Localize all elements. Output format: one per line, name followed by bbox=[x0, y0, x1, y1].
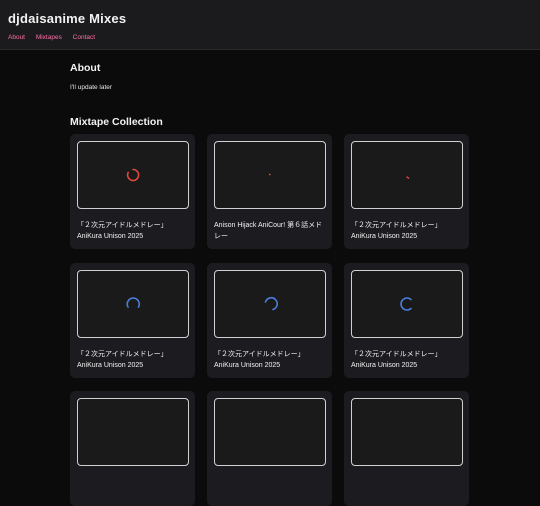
mixtape-card[interactable]: 「２次元アイドルメドレー」 AniKura Unison 2025 bbox=[344, 263, 469, 378]
nav-link-mixtapes[interactable]: Mixtapes bbox=[36, 34, 62, 41]
mixtape-card[interactable]: 「２次元アイドルメドレー」 AniKura Unison 2025 bbox=[70, 263, 195, 378]
site-header: djdaisanime Mixes About Mixtapes Contact bbox=[0, 0, 540, 50]
mixtape-subtitle: AniKura Unison 2025 bbox=[351, 362, 418, 369]
loading-spinner-icon bbox=[126, 297, 140, 308]
main-nav: About Mixtapes Contact bbox=[8, 34, 540, 41]
mixtape-thumbnail[interactable] bbox=[214, 270, 326, 338]
mixtape-card[interactable] bbox=[207, 391, 332, 506]
loading-spinner-icon bbox=[406, 176, 410, 179]
mixtape-collection-heading: Mixtape Collection bbox=[70, 116, 163, 128]
about-heading: About bbox=[70, 62, 101, 74]
mixtape-title: Anison Hijack AniCour! 第６話メドレー bbox=[214, 222, 323, 240]
mixtape-subtitle: AniKura Unison 2025 bbox=[77, 233, 144, 240]
nav-link-about[interactable]: About bbox=[8, 34, 25, 41]
mixtape-title: 「２次元アイドルメドレー」 bbox=[214, 350, 305, 358]
mixtape-card[interactable]: 「２次元アイドルメドレー」 AniKura Unison 2025 bbox=[207, 263, 332, 378]
mixtape-title: 「２次元アイドルメドレー」 bbox=[351, 221, 442, 229]
about-text: I'll update later bbox=[70, 84, 113, 91]
mixtape-thumbnail[interactable] bbox=[214, 398, 326, 466]
nav-link-contact[interactable]: Contact bbox=[73, 34, 95, 41]
mixtape-thumbnail[interactable] bbox=[214, 141, 326, 209]
mixtape-thumbnail[interactable] bbox=[351, 141, 463, 209]
mixtape-thumbnail[interactable] bbox=[77, 141, 189, 209]
loading-spinner-icon bbox=[268, 173, 271, 176]
mixtape-card[interactable] bbox=[344, 391, 469, 506]
mixtape-thumbnail[interactable] bbox=[351, 398, 463, 466]
mixtape-card[interactable]: 「２次元アイドルメドレー」 AniKura Unison 2025 bbox=[344, 134, 469, 249]
mixtape-title: 「２次元アイドルメドレー」 bbox=[351, 350, 442, 358]
mixtape-thumbnail[interactable] bbox=[77, 398, 189, 466]
loading-spinner-icon bbox=[400, 297, 412, 311]
mixtape-subtitle: AniKura Unison 2025 bbox=[214, 362, 281, 369]
mixtape-subtitle: AniKura Unison 2025 bbox=[77, 362, 144, 369]
mixtape-title: 「２次元アイドルメドレー」 bbox=[77, 221, 168, 229]
loading-spinner-icon bbox=[126, 168, 140, 182]
main-content: About I'll update later Mixtape Collecti… bbox=[70, 62, 470, 128]
mixtape-title: 「２次元アイドルメドレー」 bbox=[77, 350, 168, 358]
mixtape-subtitle: AniKura Unison 2025 bbox=[351, 233, 418, 240]
mixtape-card[interactable] bbox=[70, 391, 195, 506]
mixtape-thumbnail[interactable] bbox=[351, 270, 463, 338]
mixtape-thumbnail[interactable] bbox=[77, 270, 189, 338]
site-title: djdaisanime Mixes bbox=[8, 11, 127, 26]
loading-spinner-icon bbox=[264, 296, 278, 311]
mixtape-card[interactable]: Anison Hijack AniCour! 第６話メドレー bbox=[207, 134, 332, 249]
mixtape-card[interactable]: 「２次元アイドルメドレー」 AniKura Unison 2025 bbox=[70, 134, 195, 249]
